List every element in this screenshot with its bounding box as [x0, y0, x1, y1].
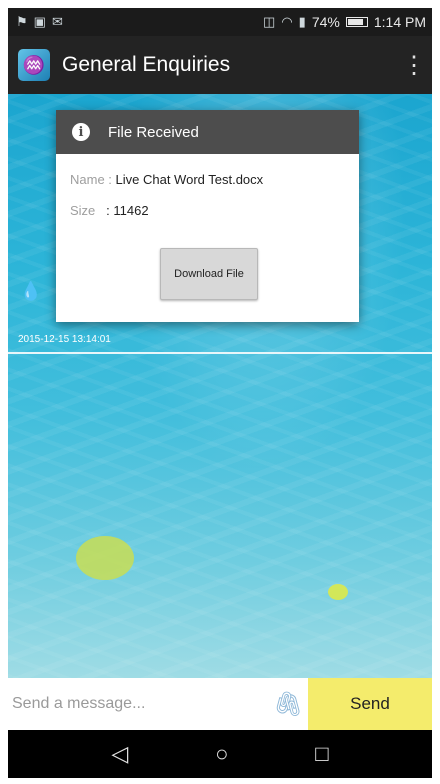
status-left-icons: ⚑ ▣ ✉	[16, 14, 63, 30]
divider	[8, 352, 432, 354]
overflow-menu-icon[interactable]: ⋮	[402, 51, 426, 80]
decorative-bubble	[328, 584, 348, 600]
chat-area[interactable]: i File Received Name : Live Chat Word Te…	[8, 94, 432, 678]
file-received-dialog: i File Received Name : Live Chat Word Te…	[56, 110, 359, 322]
battery-icon	[345, 17, 368, 27]
status-bar: ⚑ ▣ ✉ ◫ ◠ ▮ 74% 1:14 PM	[8, 8, 432, 36]
signal-icon: ▮	[298, 14, 306, 29]
dialog-title: File Received	[108, 123, 199, 141]
notification-icon: ⚑	[16, 14, 28, 29]
dialog-header: i File Received	[56, 110, 359, 154]
navigation-bar: ◁ ○ □	[8, 730, 432, 778]
agent-avatar: 💧	[18, 282, 44, 312]
file-size-value: : 11462	[106, 203, 149, 218]
mail-icon: ✉	[51, 14, 63, 29]
attachment-icon[interactable]: 🖇	[268, 690, 308, 719]
phone-screen: ⚑ ▣ ✉ ◫ ◠ ▮ 74% 1:14 PM ♒ General Enquir…	[8, 8, 432, 778]
app-bar: ♒ General Enquiries ⋮	[8, 36, 432, 94]
file-name-row: Name : Live Chat Word Test.docx	[70, 172, 345, 187]
status-time: 1:14 PM	[373, 14, 426, 30]
image-icon: ▣	[33, 14, 46, 29]
vibrate-icon: ◫	[263, 14, 276, 29]
file-name-label: Name :	[70, 172, 116, 187]
send-button[interactable]: Send	[308, 678, 432, 730]
app-logo-icon: ♒	[18, 49, 50, 81]
status-right-icons: ◫ ◠ ▮ 74% 1:14 PM	[263, 14, 426, 30]
wifi-icon: ◠	[281, 14, 293, 29]
home-icon[interactable]: ○	[215, 741, 228, 767]
message-timestamp: 2015-12-15 13:14:01	[18, 334, 111, 345]
message-input[interactable]	[8, 678, 268, 730]
back-icon[interactable]: ◁	[111, 741, 128, 767]
message-input-bar: 🖇 Send	[8, 678, 432, 730]
file-size-label: Size	[70, 203, 96, 218]
file-size-row: Size : 11462	[70, 203, 345, 218]
file-name-value: Live Chat Word Test.docx	[115, 172, 264, 187]
page-title: General Enquiries	[62, 53, 231, 76]
recents-icon[interactable]: □	[315, 741, 328, 767]
decorative-bubble	[76, 536, 134, 580]
dialog-body: Name : Live Chat Word Test.docx Size : 1…	[56, 154, 359, 218]
water-drop-icon: 💧	[19, 281, 43, 301]
info-icon: i	[72, 123, 90, 141]
download-file-button[interactable]: Download File	[160, 248, 258, 300]
battery-percent: 74%	[311, 14, 340, 30]
